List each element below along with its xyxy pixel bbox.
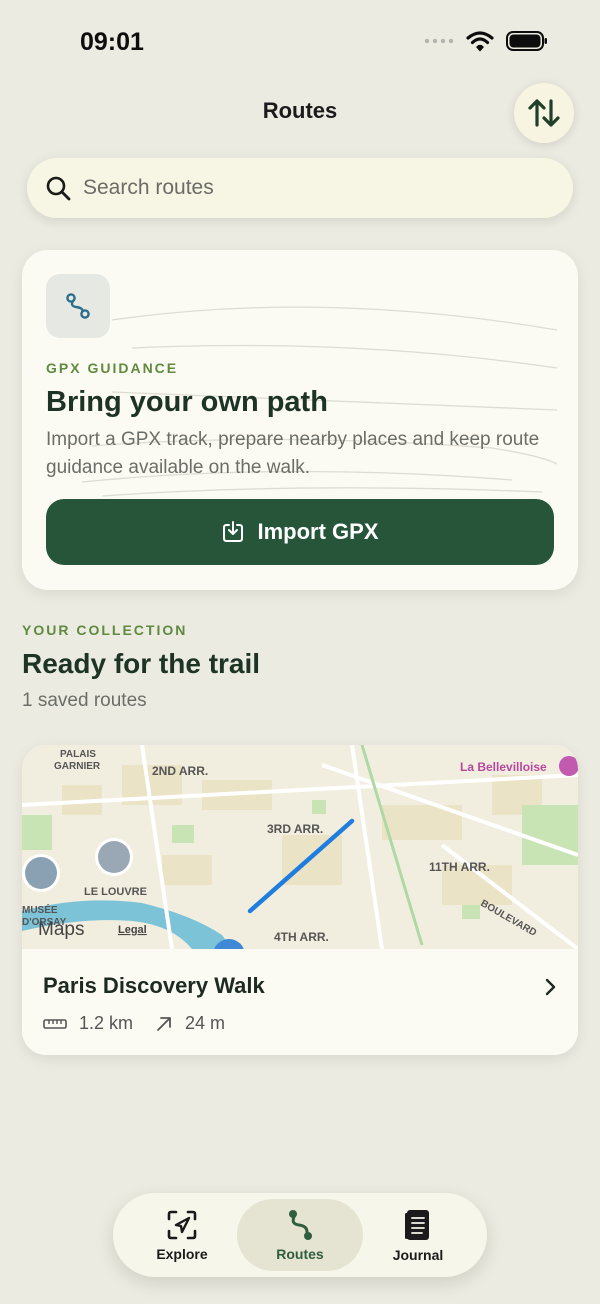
ruler-icon	[43, 1018, 67, 1029]
gpx-guidance-card: GPX GUIDANCE Bring your own path Import …	[22, 250, 578, 590]
search-input[interactable]	[81, 175, 525, 201]
wifi-icon	[466, 31, 494, 52]
chevron-right-icon	[545, 978, 556, 996]
tab-routes-label: Routes	[276, 1246, 324, 1262]
route-path-icon	[289, 1210, 312, 1240]
gpx-title: Bring your own path	[46, 386, 328, 418]
route-stats: 1.2 km 24 m	[43, 1013, 247, 1034]
explore-navigation-icon	[167, 1210, 197, 1240]
map-legal-link[interactable]: Legal	[118, 924, 147, 936]
status-time: 09:01	[80, 28, 144, 56]
sort-arrows-icon	[528, 99, 560, 127]
map-label-garnier: GARNIER	[54, 761, 101, 772]
collection-eyebrow: YOUR COLLECTION	[22, 622, 188, 638]
tab-routes[interactable]: Routes	[237, 1199, 363, 1271]
route-name: Paris Discovery Walk	[43, 973, 265, 998]
collection-title: Ready for the trail	[22, 648, 261, 679]
tab-journal-label: Journal	[392, 1247, 444, 1263]
tab-journal[interactable]: Journal	[355, 1199, 481, 1271]
sort-button[interactable]	[514, 83, 574, 143]
map-label-palais: PALAIS	[60, 749, 96, 760]
route-icon-tile	[46, 274, 110, 338]
tab-explore-label: Explore	[156, 1246, 208, 1262]
route-map-preview: PALAIS GARNIER 2ND ARR. 3RD ARR. 11TH AR…	[22, 745, 578, 949]
gpx-eyebrow: GPX GUIDANCE	[46, 360, 179, 376]
page-title: Routes	[262, 98, 338, 123]
search-icon	[46, 176, 71, 201]
signal-icon	[424, 38, 454, 44]
map-label-bellevilloise: La Bellevilloise	[460, 760, 547, 774]
status-icons	[424, 30, 548, 52]
map-label-2nd: 2ND ARR.	[152, 764, 208, 778]
route-elevation-value: 24 m	[185, 1013, 226, 1033]
journal-book-icon	[405, 1210, 429, 1240]
battery-icon	[506, 31, 547, 51]
map-label-louvre: LE LOUVRE	[84, 886, 147, 898]
tab-bar: Explore Routes Journal	[113, 1193, 487, 1277]
route-card[interactable]: PALAIS GARNIER 2ND ARR. 3RD ARR. 11TH AR…	[22, 745, 578, 1055]
map-label-4th: 4TH ARR.	[274, 930, 329, 944]
map-label-3rd: 3RD ARR.	[267, 822, 323, 836]
tab-explore[interactable]: Explore	[119, 1199, 245, 1271]
route-distance: 1.2 km	[43, 1013, 133, 1034]
collection-count: 1 saved routes	[22, 690, 147, 711]
route-distance-value: 1.2 km	[79, 1013, 134, 1033]
route-path-icon	[66, 293, 90, 319]
route-elevation: 24 m	[155, 1013, 225, 1034]
status-bar: 09:01	[0, 0, 600, 80]
import-gpx-label: Import GPX	[257, 519, 379, 544]
arrow-up-right-icon	[157, 1016, 171, 1031]
gpx-description: Import a GPX track, prepare nearby place…	[46, 429, 540, 478]
map-label-musee: MUSÉE	[22, 903, 58, 916]
search-bar[interactable]	[27, 158, 573, 218]
import-tray-icon	[223, 521, 244, 542]
map-label-11th: 11TH ARR.	[429, 860, 490, 874]
import-gpx-button[interactable]: Import GPX	[46, 499, 554, 565]
map-attribution: Maps	[38, 919, 84, 940]
